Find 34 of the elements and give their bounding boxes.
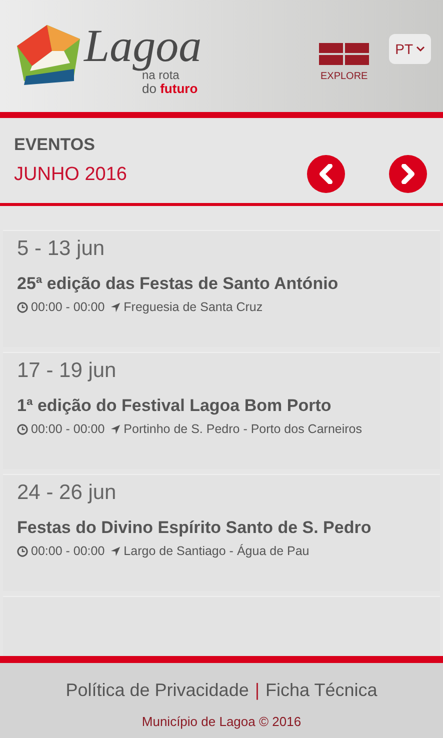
next-month-button[interactable]: [389, 154, 427, 192]
credits-link[interactable]: Ficha Técnica: [266, 677, 378, 704]
clock-icon: [17, 302, 28, 313]
previous-month-button[interactable]: [307, 154, 345, 192]
event-time: 00:00 - 00:00: [31, 421, 105, 438]
chevron-down-icon: [416, 46, 425, 52]
event-time: 00:00 - 00:00: [31, 543, 105, 560]
explore-button[interactable]: EXPLORE: [319, 42, 370, 84]
event-dates: 5 - 13 jun: [17, 236, 106, 262]
event-dates: 17 - 19 jun: [17, 358, 118, 384]
event-location: Freguesia de Santa Cruz: [124, 299, 263, 316]
grid-icon: [319, 42, 370, 64]
chevron-right-icon: [399, 164, 417, 184]
event-location: Largo de Santiago - Água de Pau: [124, 543, 310, 560]
privacy-policy-link[interactable]: Política de Privacidade: [66, 677, 249, 704]
event-title: Festas do Divino Espírito Santo de S. Pedro: [17, 516, 372, 538]
clock-icon: [17, 424, 28, 435]
location-arrow-icon: [110, 302, 121, 313]
link-separator: |: [254, 679, 260, 702]
copyright-text: Município de Lagoa © 2016: [142, 713, 302, 731]
logo-tagline: do futuro: [142, 82, 199, 96]
clock-icon: [17, 546, 28, 557]
chevron-left-icon: [317, 164, 335, 184]
event-time: 00:00 - 00:00: [31, 299, 105, 316]
event-dates: 24 - 26 jun: [17, 480, 118, 506]
event-title: 1ª edição do Festival Lagoa Bom Porto: [17, 394, 332, 417]
event-title: 25ª edição das Festas de Santo António: [17, 272, 340, 294]
language-selector[interactable]: PT: [389, 34, 431, 64]
location-arrow-icon: [110, 424, 121, 435]
section-title: EVENTOS: [14, 134, 96, 156]
logo-title: Lagoa: [84, 22, 202, 68]
event-location: Portinho de S. Pedro - Porto dos Carneiros: [124, 421, 362, 438]
location-arrow-icon: [110, 546, 121, 557]
month-label: JUNHO 2016: [14, 163, 127, 187]
